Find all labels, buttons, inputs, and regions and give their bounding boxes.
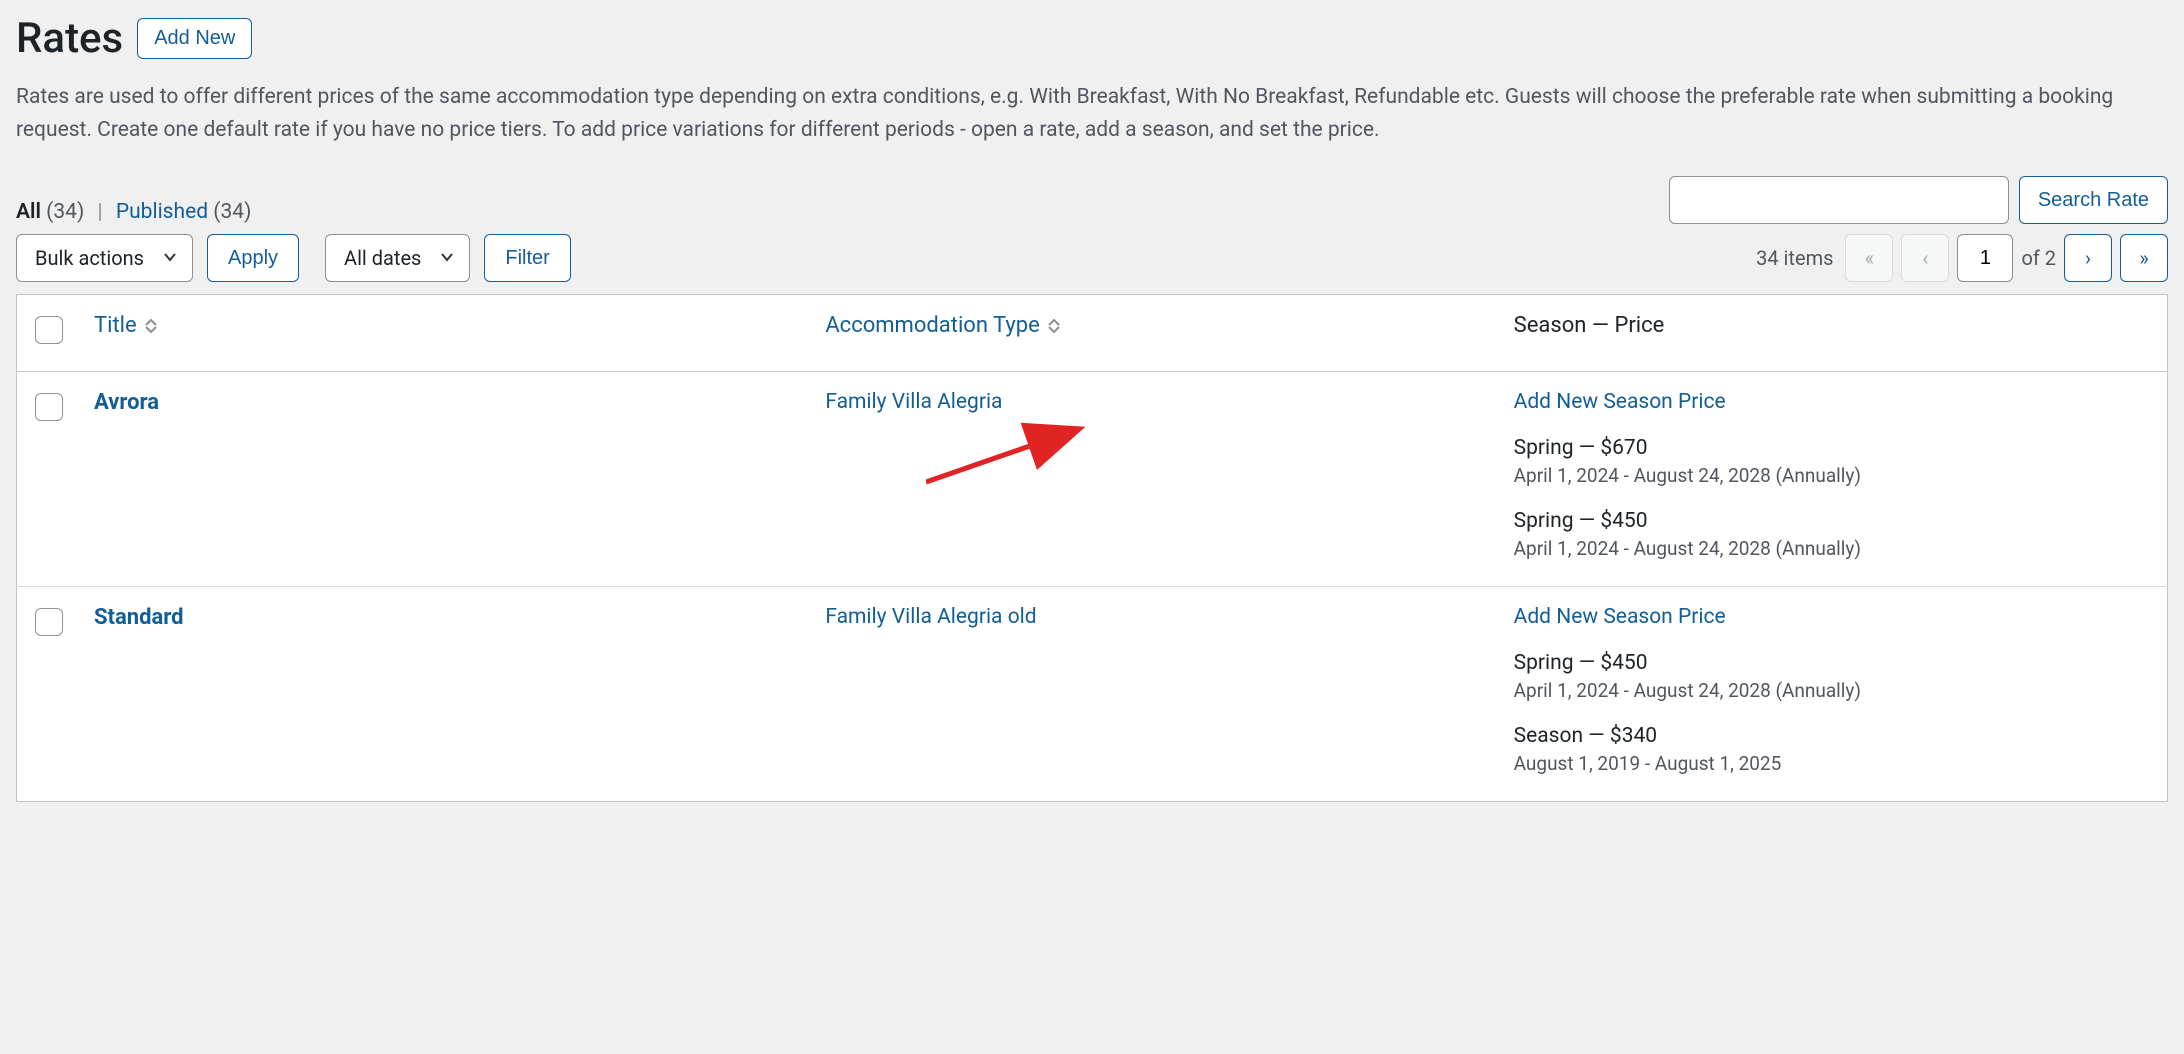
table-row: Avrora Family Villa Alegria Add New Season… <box>17 372 2168 587</box>
view-all-label: All <box>16 200 41 224</box>
season-price-line: Season — $340 <box>1514 724 2153 748</box>
sort-icon <box>1048 319 1060 333</box>
accommodation-link[interactable]: Family Villa Alegria old <box>825 605 1036 629</box>
season-date-range: April 1, 2024 - August 24, 2028 (Annuall… <box>1514 537 2153 560</box>
view-published-count: (34) <box>213 200 251 224</box>
page-title: Rates <box>16 14 123 63</box>
filter-button[interactable]: Filter <box>484 234 570 282</box>
rate-title-link[interactable]: Standard <box>94 605 184 630</box>
page-prev-button: ‹ <box>1901 234 1949 282</box>
add-season-price-link[interactable]: Add New Season Price <box>1514 605 1726 629</box>
rate-title-link[interactable]: Avrora <box>94 390 159 415</box>
date-filter-label: All dates <box>344 246 421 270</box>
rates-table: Title Accommodation Type Season <box>16 294 2168 802</box>
column-title-header[interactable]: Title <box>94 313 157 338</box>
column-title-label: Title <box>94 313 137 338</box>
add-season-price-link[interactable]: Add New Season Price <box>1514 390 1726 414</box>
view-published-link[interactable]: Published <box>116 200 208 224</box>
chevron-down-icon <box>162 246 178 270</box>
bulk-actions-label: Bulk actions <box>35 246 144 270</box>
bulk-actions-select[interactable]: Bulk actions <box>16 234 193 282</box>
season-price-block: Season — $340 August 1, 2019 - August 1, … <box>1514 724 2153 775</box>
page-last-button[interactable]: » <box>2120 234 2168 282</box>
page-next-button[interactable]: › <box>2064 234 2112 282</box>
season-date-range: August 1, 2019 - August 1, 2025 <box>1514 752 2153 775</box>
accommodation-link[interactable]: Family Villa Alegria <box>825 390 1002 414</box>
page-of-label: of 2 <box>2021 246 2056 270</box>
select-all-checkbox[interactable] <box>35 316 63 344</box>
season-date-range: April 1, 2024 - August 24, 2028 (Annuall… <box>1514 679 2153 702</box>
column-season-price-label: Season — Price <box>1514 313 1665 338</box>
column-accommodation-header[interactable]: Accommodation Type <box>825 313 1060 338</box>
season-price-line: Spring — $450 <box>1514 509 2153 533</box>
search-input[interactable] <box>1669 176 2009 224</box>
season-price-block: Spring — $450 April 1, 2024 - August 24, … <box>1514 651 2153 702</box>
apply-button[interactable]: Apply <box>207 234 299 282</box>
season-price-block: Spring — $450 April 1, 2024 - August 24, … <box>1514 509 2153 560</box>
pagination: « ‹ of 2 › » <box>1845 234 2168 282</box>
season-date-range: April 1, 2024 - August 24, 2028 (Annuall… <box>1514 464 2153 487</box>
date-filter-select[interactable]: All dates <box>325 234 470 282</box>
views-separator: | <box>97 200 102 224</box>
season-price-line: Spring — $450 <box>1514 651 2153 675</box>
views-subsubsub: All (34) | Published (34) <box>16 200 251 224</box>
intro-text: Rates are used to offer different prices… <box>16 81 2168 146</box>
view-all-count: (34) <box>46 200 84 224</box>
table-row: Standard Family Villa Alegria old Add New … <box>17 587 2168 802</box>
row-select-checkbox[interactable] <box>35 393 63 421</box>
season-price-block: Spring — $670 April 1, 2024 - August 24, … <box>1514 436 2153 487</box>
pagination-items-label: 34 items <box>1756 246 1833 270</box>
season-price-line: Spring — $670 <box>1514 436 2153 460</box>
sort-icon <box>145 319 157 333</box>
search-button[interactable]: Search Rate <box>2019 176 2168 224</box>
row-select-checkbox[interactable] <box>35 608 63 636</box>
chevron-down-icon <box>439 246 455 270</box>
column-accommodation-label: Accommodation Type <box>825 313 1040 338</box>
page-current-input[interactable] <box>1957 234 2013 282</box>
add-new-button[interactable]: Add New <box>137 18 252 59</box>
page-first-button: « <box>1845 234 1893 282</box>
